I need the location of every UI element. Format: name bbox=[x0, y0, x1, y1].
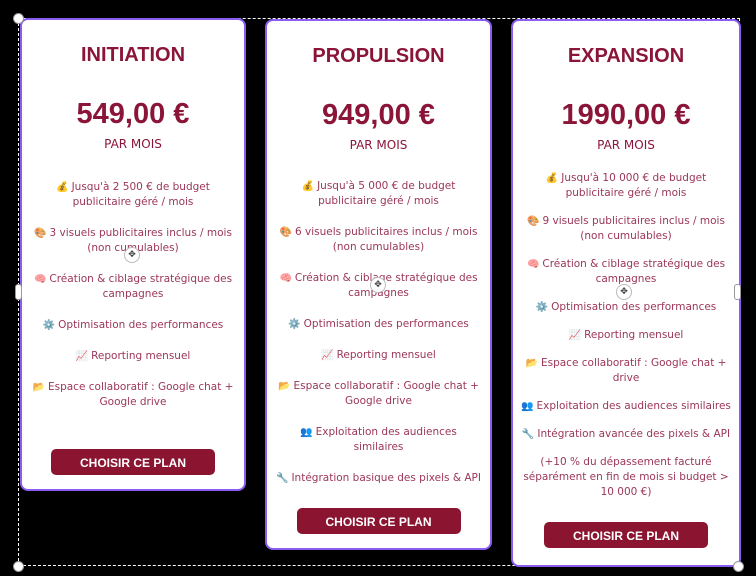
feature-item: 🎨 6 visuels publicitaires inclus / mois (… bbox=[275, 225, 482, 255]
chart-icon: 📈 bbox=[321, 350, 334, 361]
feature-item: 🔧 Intégration avancée des pixels & API bbox=[521, 427, 731, 442]
feature-text: Jusqu'à 10 000 € de budget publicitaire … bbox=[561, 172, 707, 199]
feature-list: 💰 Jusqu'à 2 500 € de budget publicitaire … bbox=[30, 180, 236, 426]
feature-text: (+10 % du dépassement facturé séparément… bbox=[523, 456, 729, 498]
feature-item: 📈 Reporting mensuel bbox=[275, 348, 482, 363]
feature-text: Exploitation des audiences similaires bbox=[536, 400, 731, 412]
feature-item: 👥 Exploitation des audiences similaires bbox=[521, 399, 731, 414]
money-bag-icon: 💰 bbox=[56, 182, 69, 193]
feature-text: Création & ciblage stratégique des campa… bbox=[49, 273, 233, 300]
brain-icon: 🧠 bbox=[33, 274, 47, 285]
gear-icon: ⚙️ bbox=[288, 319, 301, 330]
resize-handle-left[interactable] bbox=[15, 284, 22, 300]
feature-text: Optimisation des performances bbox=[303, 318, 469, 330]
feature-text: Espace collaboratif : Google chat + driv… bbox=[540, 357, 727, 384]
folder-icon: 📂 bbox=[278, 381, 291, 392]
wrench-icon: 🔧 bbox=[521, 429, 535, 440]
feature-item: 👥 Exploitation des audiences similaires bbox=[275, 425, 482, 455]
plan-price: 1990,00 € bbox=[561, 99, 691, 131]
wrench-icon: 🔧 bbox=[276, 473, 289, 484]
feature-text: 6 visuels publicitaires inclus / mois (n… bbox=[295, 226, 478, 253]
move-handle-icon[interactable]: ✥ bbox=[124, 247, 140, 263]
feature-item: ⚙️ Optimisation des performances bbox=[275, 317, 482, 332]
plan-period: PAR MOIS bbox=[104, 137, 162, 151]
feature-item: 🎨 9 visuels publicitaires inclus / mois (… bbox=[521, 214, 731, 244]
feature-item: (+10 % du dépassement facturé séparément… bbox=[521, 455, 731, 500]
move-handle-icon[interactable]: ✥ bbox=[370, 277, 386, 293]
feature-item: 📈 Reporting mensuel bbox=[30, 349, 236, 364]
feature-text: Optimisation des performances bbox=[58, 319, 224, 331]
plan-title: EXPANSION bbox=[567, 45, 685, 67]
plan-price: 549,00 € bbox=[76, 98, 190, 130]
resize-handle-right[interactable] bbox=[734, 284, 741, 300]
gear-icon: ⚙️ bbox=[42, 320, 56, 331]
feature-item: ⚙️ Optimisation des performances bbox=[521, 300, 731, 315]
feature-item: ⚙️ Optimisation des performances bbox=[30, 318, 236, 333]
feature-text: Création & ciblage stratégique des campa… bbox=[542, 258, 726, 285]
choose-plan-button[interactable]: CHOISIR CE PLAN bbox=[296, 508, 461, 534]
chart-icon: 📈 bbox=[75, 351, 89, 362]
resize-handle-bottom-right[interactable] bbox=[733, 561, 744, 572]
palette-icon: 🎨 bbox=[34, 228, 47, 239]
money-bag-icon: 💰 bbox=[545, 173, 559, 184]
palette-icon: 🎨 bbox=[279, 227, 292, 238]
resize-handle-bottom-left[interactable] bbox=[13, 561, 24, 572]
money-bag-icon: 💰 bbox=[301, 181, 315, 192]
feature-text: Jusqu'à 5 000 € de budget publicitaire g… bbox=[317, 180, 456, 207]
feature-text: Intégration basique des pixels & API bbox=[291, 472, 481, 484]
feature-item: 📂 Espace collaboratif : Google chat + dri… bbox=[521, 356, 731, 386]
feature-item: 📂 Espace collaboratif : Google chat + Goo… bbox=[30, 380, 236, 410]
feature-text: Exploitation des audiences similaires bbox=[315, 426, 457, 453]
brain-icon: 🧠 bbox=[279, 273, 292, 284]
folder-icon: 📂 bbox=[32, 382, 45, 393]
plan-title: PROPULSION bbox=[312, 45, 445, 67]
feature-item: 🧠 Création & ciblage stratégique des camp… bbox=[521, 257, 731, 287]
feature-item: 📂 Espace collaboratif : Google chat + Goo… bbox=[275, 379, 482, 409]
feature-item: 💰 Jusqu'à 2 500 € de budget publicitaire … bbox=[30, 180, 236, 210]
people-icon: 👥 bbox=[521, 401, 534, 412]
choose-plan-button[interactable]: CHOISIR CE PLAN bbox=[544, 522, 708, 548]
feature-text: Intégration avancée des pixels & API bbox=[537, 428, 731, 440]
chart-icon: 📈 bbox=[568, 330, 582, 341]
feature-text: Reporting mensuel bbox=[584, 329, 684, 341]
feature-text: Espace collaboratif : Google chat + Goog… bbox=[47, 381, 234, 408]
plan-period: PAR MOIS bbox=[597, 138, 655, 152]
folder-icon: 📂 bbox=[525, 358, 538, 369]
people-icon: 👥 bbox=[300, 427, 313, 438]
choose-plan-button[interactable]: CHOISIR CE PLAN bbox=[51, 449, 215, 475]
feature-text: Création & ciblage stratégique des campa… bbox=[294, 272, 478, 299]
feature-text: Jusqu'à 2 500 € de budget publicitaire g… bbox=[71, 181, 210, 208]
feature-text: 9 visuels publicitaires inclus / mois (n… bbox=[542, 215, 725, 242]
plan-price: 949,00 € bbox=[322, 99, 435, 131]
resize-handle-top-left[interactable] bbox=[13, 13, 24, 24]
feature-item: 🧠 Création & ciblage stratégique des camp… bbox=[30, 272, 236, 302]
feature-item: 💰 Jusqu'à 5 000 € de budget publicitaire … bbox=[275, 179, 482, 209]
feature-item: 📈 Reporting mensuel bbox=[521, 328, 731, 343]
feature-text: 3 visuels publicitaires inclus / mois (n… bbox=[49, 227, 232, 254]
palette-icon: 🎨 bbox=[527, 216, 540, 227]
feature-text: Reporting mensuel bbox=[336, 349, 436, 361]
feature-list: 💰 Jusqu'à 10 000 € de budget publicitaire… bbox=[521, 171, 731, 513]
feature-text: Reporting mensuel bbox=[91, 350, 191, 362]
gear-icon: ⚙️ bbox=[535, 302, 549, 313]
feature-list: 💰 Jusqu'à 5 000 € de budget publicitaire … bbox=[275, 179, 482, 502]
plan-title: INITIATION bbox=[80, 44, 186, 66]
feature-text: Optimisation des performances bbox=[551, 301, 717, 313]
move-handle-icon[interactable]: ✥ bbox=[616, 284, 632, 300]
feature-item: 🔧 Intégration basique des pixels & API bbox=[275, 471, 482, 486]
plan-period: PAR MOIS bbox=[349, 138, 408, 152]
feature-text: Espace collaboratif : Google chat + Goog… bbox=[293, 380, 479, 407]
feature-item: 💰 Jusqu'à 10 000 € de budget publicitaire… bbox=[521, 171, 731, 201]
brain-icon: 🧠 bbox=[526, 259, 540, 270]
